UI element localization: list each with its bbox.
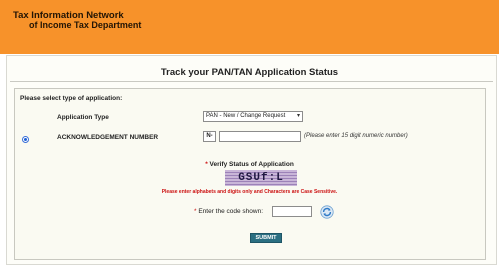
- brand-subtitle: of Income Tax Department: [29, 20, 142, 30]
- verify-status-label: Verify Status of Application: [209, 161, 294, 168]
- title-divider: [10, 81, 493, 82]
- verify-status-heading: * Verify Status of Application: [0, 161, 499, 168]
- application-type-selected-value: PAN - New / Change Request: [206, 113, 286, 119]
- captcha-code-label: * Enter the code shown:: [194, 208, 263, 215]
- submit-button[interactable]: SUBMIT: [250, 233, 282, 243]
- chevron-down-icon: ▾: [296, 113, 300, 119]
- required-mark: *: [194, 208, 197, 215]
- captcha-code-input[interactable]: [272, 206, 312, 217]
- refresh-icon[interactable]: [320, 205, 334, 219]
- required-mark: *: [205, 161, 208, 168]
- captcha-warning: Please enter alphabets and digits only a…: [161, 189, 338, 195]
- application-type-select[interactable]: PAN - New / Change Request ▾: [203, 111, 303, 122]
- captcha-code-label-text: Enter the code shown:: [198, 208, 264, 215]
- header-banner: Tax Information Network of Income Tax De…: [0, 0, 499, 54]
- application-type-prompt: Please select type of application:: [20, 95, 123, 102]
- acknowledgement-label: ACKNOWLEDGEMENT NUMBER: [57, 134, 159, 141]
- acknowledgement-number-input[interactable]: [219, 131, 301, 142]
- acknowledgement-radio[interactable]: [22, 136, 29, 143]
- captcha-image: GSUf:L: [225, 170, 297, 186]
- captcha-code: GSUf:L: [238, 172, 284, 184]
- page-title: Track your PAN/TAN Application Status: [160, 67, 339, 78]
- application-type-label: Application Type: [57, 114, 109, 121]
- acknowledgement-prefix: N-: [203, 131, 216, 142]
- acknowledgement-hint: (Please enter 15 digit numeric number): [304, 133, 408, 139]
